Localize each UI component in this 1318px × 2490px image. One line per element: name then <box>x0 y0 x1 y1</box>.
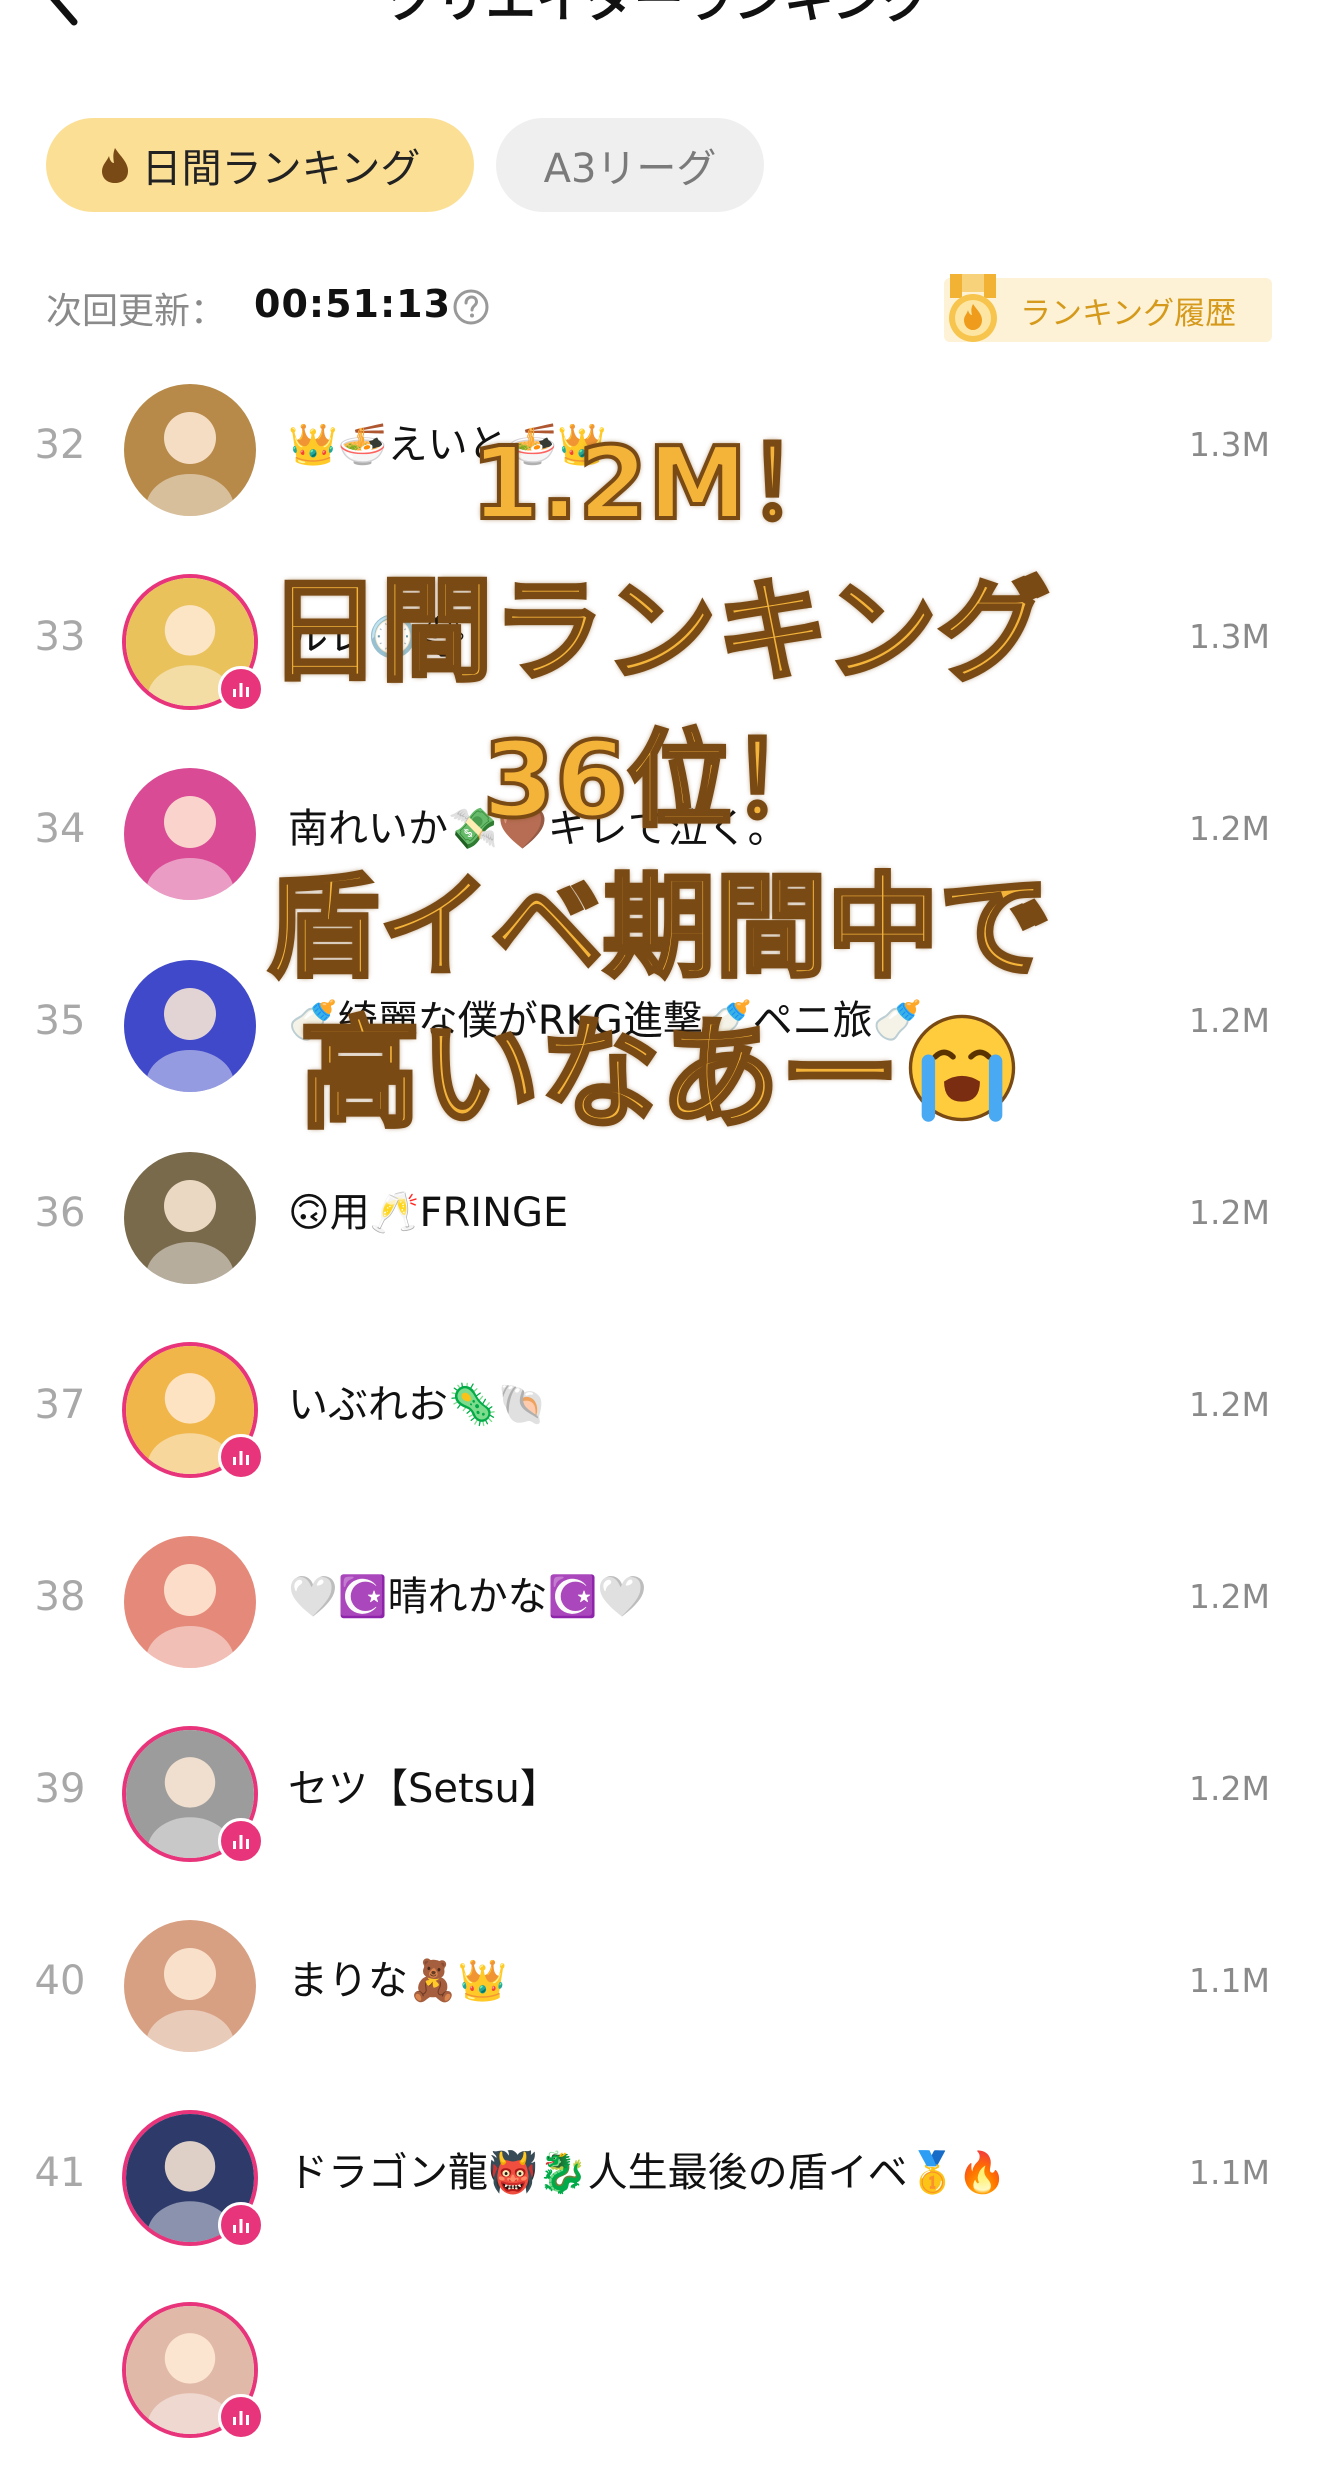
creator-name: 👑🍜えいと🍜👑 <box>288 422 608 468</box>
avatar[interactable] <box>118 2106 264 2250</box>
avatar[interactable] <box>118 1338 264 1482</box>
live-audio-icon <box>218 1434 264 1480</box>
avatar[interactable] <box>118 762 262 906</box>
ranking-row[interactable]: 33 ルレ🕐⛑ 1.3M <box>0 570 1318 762</box>
rank-number: 38 <box>34 1574 86 1620</box>
score: 1.2M <box>1189 809 1270 848</box>
ranking-row[interactable]: 39 セツ【Setsu】 1.2M <box>0 1722 1318 1914</box>
score: 1.3M <box>1189 425 1270 464</box>
score: 1.2M <box>1189 1001 1270 1040</box>
rank-number: 39 <box>34 1766 86 1812</box>
score: 1.1M <box>1189 1961 1270 2000</box>
score: 1.1M <box>1189 2153 1270 2192</box>
score: 1.2M <box>1189 1577 1270 1616</box>
ranking-row[interactable]: 41 ドラゴン龍👹🐉人生最後の盾イベ🥇🔥 1.1M <box>0 2106 1318 2298</box>
rank-number: 41 <box>34 2150 86 2196</box>
live-audio-icon <box>218 1818 264 1864</box>
ranking-list: 32 👑🍜えいと🍜👑 1.3M 33 ルレ🕐⛑ 1.3M 34 南れいか💸🤎キレて泣く。 1.2… <box>0 378 1318 2490</box>
avatar[interactable] <box>118 378 262 522</box>
rank-number: 34 <box>34 806 86 852</box>
creator-name: 南れいか💸🤎キレて泣く。 <box>288 806 788 852</box>
ranking-history-label: ランキング履歴 <box>1020 296 1237 332</box>
score: 1.2M <box>1189 1193 1270 1232</box>
avatar-image <box>124 384 256 516</box>
rank-number: 36 <box>34 1190 86 1236</box>
avatar-image <box>124 1152 256 1284</box>
creator-name: 🤍☪️晴れかな☪️🤍 <box>288 1574 648 1620</box>
ranking-row[interactable] <box>0 2298 1318 2490</box>
avatar[interactable] <box>118 570 264 714</box>
page-title: クリエイターランキング <box>385 0 933 29</box>
creator-name: ルレ🕐⛑ <box>288 614 469 660</box>
ranking-row[interactable]: 38 🤍☪️晴れかな☪️🤍 1.2M <box>0 1530 1318 1722</box>
score: 1.2M <box>1189 1769 1270 1808</box>
ranking-row[interactable]: 37 いぶれお🦠🐚 1.2M <box>0 1338 1318 1530</box>
avatar-image <box>124 768 256 900</box>
creator-name: ドラゴン龍👹🐉人生最後の盾イベ🥇🔥 <box>288 2150 1008 2196</box>
score: 1.3M <box>1189 617 1270 656</box>
avatar-image <box>124 960 256 1092</box>
creator-name: 🙃用🥂FRINGE <box>288 1190 569 1236</box>
rank-number: 40 <box>34 1958 86 2004</box>
ranking-row[interactable]: 36 🙃用🥂FRINGE 1.2M <box>0 1146 1318 1338</box>
live-audio-icon <box>218 2202 264 2248</box>
creator-name: セツ【Setsu】 <box>288 1766 560 1812</box>
avatar[interactable] <box>118 1146 262 1290</box>
live-audio-icon <box>218 2394 264 2440</box>
score: 1.2M <box>1189 1385 1270 1424</box>
tab-league[interactable]: A3リーグ <box>496 118 764 212</box>
ranking-row[interactable]: 40 まりな🧸👑 1.1M <box>0 1914 1318 2106</box>
tab-league-label: A3リーグ <box>543 146 717 192</box>
creator-name: いぶれお🦠🐚 <box>288 1382 548 1428</box>
rank-number: 32 <box>34 422 86 468</box>
rank-number <box>20 2298 100 2432</box>
flame-icon <box>101 148 128 183</box>
avatar[interactable] <box>118 1722 264 1866</box>
medal-icon <box>949 274 997 342</box>
rank-number: 35 <box>34 998 86 1044</box>
live-audio-icon <box>218 666 264 712</box>
avatar-image <box>124 1536 256 1668</box>
ranking-history-button[interactable]: ランキング履歴 <box>944 274 1272 342</box>
avatar[interactable] <box>118 954 262 1098</box>
tab-daily-label: 日間ランキング <box>141 146 421 192</box>
avatar[interactable] <box>118 1914 262 2058</box>
avatar[interactable] <box>118 1530 262 1674</box>
tab-daily-ranking[interactable]: 日間ランキング <box>46 118 474 212</box>
header: クリエイターランキング <box>0 0 1318 60</box>
creator-name: 🍼綺麗な僕がRKG進撃🍼ペニ旅🍼 <box>288 998 923 1044</box>
next-update-countdown: 00:51:13 <box>254 282 452 326</box>
rank-number: 33 <box>34 614 86 660</box>
next-update-label: 次回更新： <box>46 291 227 332</box>
ranking-row[interactable]: 35 🍼綺麗な僕がRKG進撃🍼ペニ旅🍼 1.2M <box>0 954 1318 1146</box>
avatar[interactable] <box>118 2298 264 2442</box>
rank-number: 37 <box>34 1382 86 1428</box>
help-icon[interactable] <box>452 288 490 326</box>
ranking-row[interactable]: 32 👑🍜えいと🍜👑 1.3M <box>0 378 1318 570</box>
avatar-image <box>124 1920 256 2052</box>
creator-name: まりな🧸👑 <box>288 1958 508 2004</box>
ranking-row[interactable]: 34 南れいか💸🤎キレて泣く。 1.2M <box>0 762 1318 954</box>
